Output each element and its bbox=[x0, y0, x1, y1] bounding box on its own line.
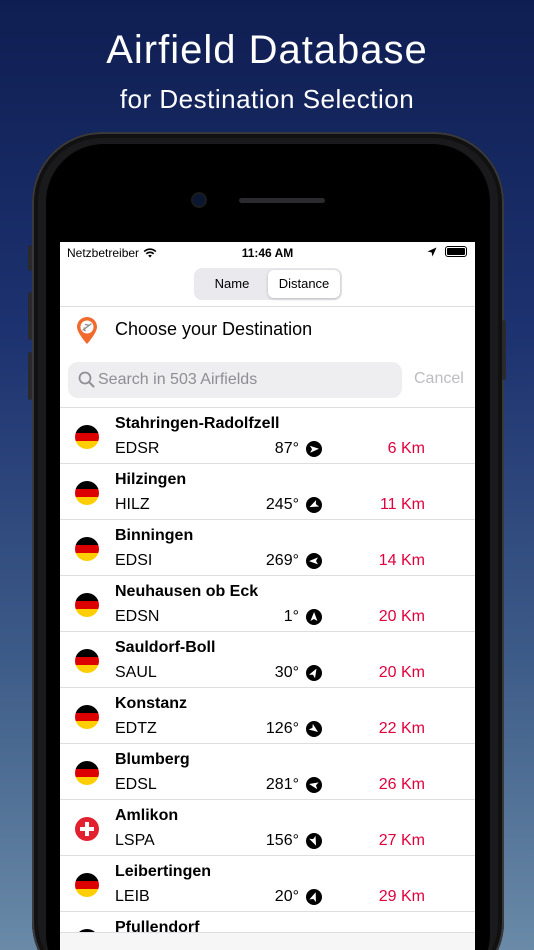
promo-title: Airfield Database bbox=[106, 28, 428, 72]
power-button bbox=[502, 320, 506, 380]
speaker-grille bbox=[239, 198, 325, 203]
airfield-code: HILZ bbox=[115, 496, 150, 513]
swiss-flag-icon bbox=[75, 817, 99, 841]
airfield-distance: 26 Km bbox=[378, 776, 425, 793]
status-indicators bbox=[427, 246, 467, 257]
german-flag-icon bbox=[75, 481, 99, 505]
airfield-name: Amlikon bbox=[115, 807, 179, 824]
airfield-row[interactable]: Leibertingen LEIB 20° 29 Km bbox=[60, 856, 475, 912]
airfield-name: Binningen bbox=[115, 527, 194, 544]
airfield-code: EDSR bbox=[115, 440, 160, 457]
battery-icon bbox=[445, 246, 467, 257]
airfield-code: LEIB bbox=[115, 888, 150, 905]
airfield-bearing: 245° bbox=[265, 496, 299, 513]
page-title: Choose your Destination bbox=[115, 319, 313, 339]
airfield-distance: 11 Km bbox=[379, 496, 425, 513]
airfield-row[interactable]: Binningen EDSI 269° 14 Km bbox=[60, 520, 475, 576]
cancel-button[interactable]: Cancel bbox=[414, 370, 464, 388]
airfield-bearing: 30° bbox=[274, 664, 299, 681]
airfield-row[interactable]: Blumberg EDSL 281° 26 Km bbox=[60, 744, 475, 800]
direction-arrow-icon bbox=[306, 609, 322, 625]
airfield-code: EDSN bbox=[115, 608, 160, 625]
airfield-bearing: 281° bbox=[265, 776, 299, 793]
direction-arrow-icon bbox=[306, 833, 322, 849]
camera-icon bbox=[193, 194, 205, 206]
status-bar: Netzbetreiber 11:46 AM bbox=[60, 242, 475, 264]
airfield-bearing: 20° bbox=[274, 888, 299, 905]
airfield-distance: 22 Km bbox=[378, 720, 425, 737]
direction-arrow-icon bbox=[306, 497, 322, 513]
search-input[interactable] bbox=[98, 362, 398, 398]
direction-arrow-icon bbox=[306, 553, 322, 569]
direction-arrow-icon bbox=[306, 889, 322, 905]
volume-down-button bbox=[28, 352, 32, 400]
airfield-row[interactable]: Neuhausen ob Eck EDSN 1° 20 Km bbox=[60, 576, 475, 632]
destination-pin-icon bbox=[77, 317, 97, 344]
airfield-code: EDSL bbox=[115, 776, 157, 793]
airfield-distance: 29 Km bbox=[378, 888, 425, 905]
search-icon bbox=[78, 371, 95, 388]
direction-arrow-icon bbox=[306, 721, 322, 737]
airfield-name: Konstanz bbox=[115, 695, 187, 712]
airfield-name: Leibertingen bbox=[115, 863, 212, 880]
airfield-name: Blumberg bbox=[115, 751, 190, 768]
location-arrow-icon bbox=[427, 247, 437, 256]
airfield-name: Neuhausen ob Eck bbox=[115, 583, 259, 600]
status-time: 11:46 AM bbox=[241, 246, 294, 260]
german-flag-icon bbox=[75, 593, 99, 617]
direction-arrow-icon bbox=[306, 441, 322, 457]
airfield-distance: 14 Km bbox=[378, 552, 425, 569]
airfield-bearing: 156° bbox=[265, 832, 299, 849]
direction-arrow-icon bbox=[306, 665, 322, 681]
airfield-bearing: 1° bbox=[283, 608, 299, 625]
app-screen: Netzbetreiber 11:46 AM Name Distance Cho… bbox=[60, 242, 475, 950]
german-flag-icon bbox=[75, 649, 99, 673]
segment-distance[interactable]: Distance bbox=[268, 270, 340, 298]
airfield-distance: 27 Km bbox=[378, 832, 425, 849]
german-flag-icon bbox=[75, 873, 99, 897]
airfield-bearing: 269° bbox=[265, 552, 299, 569]
airfield-code: EDTZ bbox=[115, 720, 157, 737]
airfield-row[interactable]: Amlikon LSPA 156° 27 Km bbox=[60, 800, 475, 856]
airfield-distance: 6 Km bbox=[387, 440, 425, 457]
sort-segmented-control: Name Distance bbox=[194, 268, 342, 300]
airfield-row[interactable]: Stahringen-Radolfzell EDSR 87° 6 Km bbox=[60, 408, 475, 464]
search-bar bbox=[68, 362, 402, 398]
airfield-name: Hilzingen bbox=[115, 471, 187, 488]
airfield-name: Stahringen-Radolfzell bbox=[115, 415, 280, 432]
destination-header: Choose your Destination bbox=[60, 307, 475, 353]
airfield-row[interactable]: Sauldorf-Boll SAUL 30° 20 Km bbox=[60, 632, 475, 688]
direction-arrow-icon bbox=[306, 777, 322, 793]
airfield-row[interactable]: Konstanz EDTZ 126° 22 Km bbox=[60, 688, 475, 744]
airfield-distance: 20 Km bbox=[378, 664, 425, 681]
german-flag-icon bbox=[75, 537, 99, 561]
airfield-bearing: 126° bbox=[265, 720, 299, 737]
german-flag-icon bbox=[75, 761, 99, 785]
airfield-row[interactable]: Hilzingen HILZ 245° 11 Km bbox=[60, 464, 475, 520]
airfield-list: Stahringen-Radolfzell EDSR 87° 6 Km Hilzinge… bbox=[60, 408, 475, 950]
tab-bar bbox=[60, 932, 475, 950]
airfield-code: SAUL bbox=[115, 664, 157, 681]
airfield-code: LSPA bbox=[115, 832, 155, 849]
german-flag-icon bbox=[75, 425, 99, 449]
airfield-code: EDSI bbox=[115, 552, 153, 569]
german-flag-icon bbox=[75, 705, 99, 729]
segment-name[interactable]: Name bbox=[196, 270, 268, 298]
airfield-name: Sauldorf-Boll bbox=[115, 639, 216, 656]
volume-up-button bbox=[28, 292, 32, 340]
airfield-bearing: 87° bbox=[274, 440, 299, 457]
airfield-distance: 20 Km bbox=[378, 608, 425, 625]
promo-subtitle: for Destination Selection bbox=[119, 84, 415, 114]
mute-switch bbox=[28, 245, 32, 271]
